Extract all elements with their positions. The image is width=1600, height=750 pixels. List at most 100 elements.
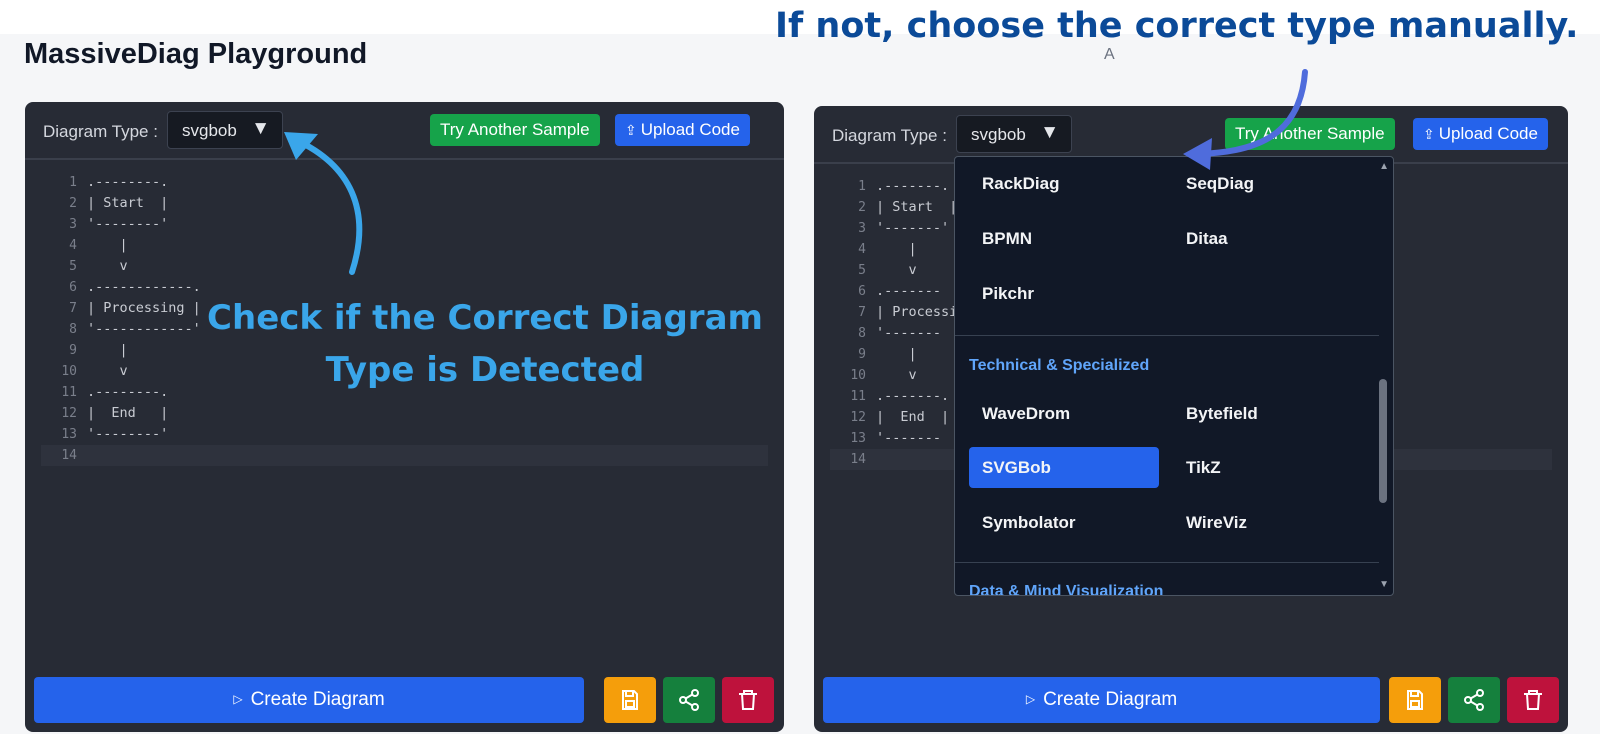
diagram-type-select[interactable]: svgbob ▼	[167, 111, 283, 149]
dropdown-scrollbar[interactable]	[1379, 379, 1387, 503]
code-text: |	[876, 346, 917, 362]
save-button[interactable]	[604, 677, 656, 723]
code-text: '--------'	[87, 216, 169, 232]
action-bar: ▷ Create Diagram	[25, 672, 784, 732]
line-number: 2	[858, 200, 866, 215]
dropdown-section-data: Data & Mind Visualization	[969, 583, 1164, 596]
create-diagram-label: Create Diagram	[250, 689, 385, 710]
line-number: 5	[858, 263, 866, 278]
action-bar: ▷ Create Diagram	[814, 672, 1568, 732]
try-another-sample-button[interactable]: Try Another Sample	[1225, 118, 1395, 150]
code-line[interactable]: 1 .--------.	[41, 172, 768, 193]
dropdown-divider	[955, 335, 1379, 336]
line-number: 5	[69, 259, 77, 274]
dropdown-item-seqdiag[interactable]: SeqDiag	[1186, 174, 1254, 194]
play-icon: ▷	[1025, 692, 1036, 706]
scroll-up-icon[interactable]: ▲	[1379, 161, 1389, 172]
code-text: v	[876, 262, 917, 278]
dropdown-item-wireviz[interactable]: WireViz	[1186, 513, 1247, 533]
line-number: 4	[69, 238, 77, 253]
dropdown-item-pikchr[interactable]: Pikchr	[982, 284, 1034, 304]
scroll-down-icon[interactable]: ▼	[1379, 579, 1389, 590]
editor-toolbar: Diagram Type : svgbob ▼ Try Another Samp…	[25, 102, 784, 160]
delete-button[interactable]	[722, 677, 774, 723]
dropdown-item-tikz[interactable]: TikZ	[1186, 458, 1221, 478]
save-button[interactable]	[1389, 677, 1441, 723]
line-number: 13	[61, 427, 77, 442]
line-number: 12	[850, 410, 866, 425]
dropdown-item-svgbob[interactable]: SVGBob	[969, 447, 1159, 488]
code-text: .-------.	[876, 178, 950, 194]
dropdown-item-bpmn[interactable]: BPMN	[982, 229, 1032, 249]
code-text: | Processi	[876, 304, 958, 320]
code-line[interactable]: 14	[41, 445, 768, 466]
diagram-type-label: Diagram Type :	[832, 126, 947, 145]
upload-code-button[interactable]: ⇪ Upload Code	[615, 114, 750, 146]
code-line[interactable]: 5 v	[41, 256, 768, 277]
code-text: .-------	[876, 283, 942, 299]
line-number: 11	[61, 385, 77, 400]
line-number: 9	[858, 347, 866, 362]
code-text: v	[87, 258, 128, 274]
line-number: 1	[858, 179, 866, 194]
dropdown-item-wavedrom[interactable]: WaveDrom	[982, 404, 1070, 424]
share-icon	[679, 689, 699, 711]
upload-icon: ⇪	[625, 122, 637, 138]
code-text: v	[876, 367, 917, 383]
line-number: 13	[850, 431, 866, 446]
code-text: .------------.	[87, 279, 201, 295]
code-text: '-------'	[876, 220, 950, 236]
upload-code-label: Upload Code	[640, 120, 740, 139]
play-icon: ▷	[233, 692, 243, 706]
line-number: 7	[858, 305, 866, 320]
share-icon	[1464, 689, 1484, 711]
dropdown-item-rackdiag[interactable]: RackDiag	[982, 174, 1059, 194]
diagram-type-value: svgbob	[971, 125, 1026, 144]
line-number: 4	[858, 242, 866, 257]
line-number: 8	[69, 322, 77, 337]
line-number: 14	[850, 452, 866, 467]
code-text: .--------.	[87, 384, 169, 400]
dropdown-divider	[955, 562, 1379, 563]
dropdown-item-symbolator[interactable]: Symbolator	[982, 513, 1076, 533]
upload-icon: ⇪	[1423, 126, 1435, 142]
line-number: 10	[850, 368, 866, 383]
delete-button[interactable]	[1507, 677, 1559, 723]
try-another-sample-button[interactable]: Try Another Sample	[430, 114, 600, 146]
code-text: '------------'	[87, 321, 201, 337]
code-text: v	[87, 363, 128, 379]
create-diagram-button[interactable]: ▷ Create Diagram	[34, 677, 584, 723]
upload-code-button[interactable]: ⇪ Upload Code	[1413, 118, 1548, 150]
code-text: .-------.	[876, 388, 950, 404]
code-text: |	[876, 241, 917, 257]
code-text: |	[87, 237, 128, 253]
diagram-type-label: Diagram Type :	[43, 122, 158, 141]
callout-manual-select: If not, choose the correct type manually…	[775, 6, 1579, 46]
share-button[interactable]	[663, 677, 715, 723]
dropdown-item-ditaa[interactable]: Ditaa	[1186, 229, 1228, 249]
line-number: 7	[69, 301, 77, 316]
caret-down-icon: ▼	[1040, 122, 1059, 143]
create-diagram-button[interactable]: ▷ Create Diagram	[823, 677, 1380, 723]
save-icon	[622, 690, 638, 710]
code-line[interactable]: 3 '--------'	[41, 214, 768, 235]
diagram-type-dropdown[interactable]: ▲ RackDiag SeqDiag BPMN Ditaa Pikchr Tec…	[954, 156, 1394, 596]
code-text: |	[87, 342, 128, 358]
line-number: 3	[69, 217, 77, 232]
code-line[interactable]: 4 |	[41, 235, 768, 256]
code-text: '-------	[876, 325, 942, 341]
code-line[interactable]: 12 | End |	[41, 403, 768, 424]
line-number: 6	[858, 284, 866, 299]
share-button[interactable]	[1448, 677, 1500, 723]
code-line[interactable]: 13 '--------'	[41, 424, 768, 445]
diagram-type-select[interactable]: svgbob ▼	[956, 115, 1072, 153]
code-line[interactable]: 2 | Start |	[41, 193, 768, 214]
line-number: 8	[858, 326, 866, 341]
save-icon	[1407, 690, 1423, 710]
code-text: .--------.	[87, 174, 169, 190]
code-text: | End |	[876, 409, 950, 425]
line-number: 9	[69, 343, 77, 358]
line-number: 14	[61, 448, 77, 463]
dropdown-item-bytefield[interactable]: Bytefield	[1186, 404, 1258, 424]
dropdown-section-technical: Technical & Specialized	[969, 357, 1150, 374]
